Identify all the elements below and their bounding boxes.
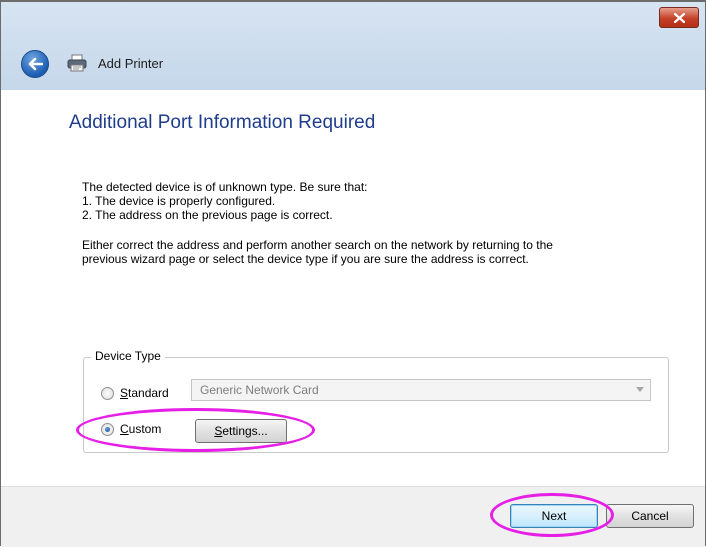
printer-icon: [67, 54, 87, 72]
dropdown-arrow-icon: [636, 387, 644, 392]
standard-radio[interactable]: [101, 386, 114, 400]
settings-button[interactable]: Settings...: [195, 419, 287, 443]
description-line: The detected device is of unknown type. …: [82, 180, 368, 194]
standard-device-combobox: Generic Network Card: [191, 379, 651, 401]
device-type-groupbox: [83, 357, 669, 453]
close-button[interactable]: [659, 7, 699, 28]
description-line: previous wizard page or select the devic…: [82, 252, 529, 266]
combobox-value: Generic Network Card: [200, 383, 319, 397]
page-title: Additional Port Information Required: [69, 112, 376, 133]
wizard-footer: Next Cancel: [1, 486, 705, 547]
back-arrow-icon: [28, 57, 43, 71]
description-line: 1. The device is properly configured.: [82, 194, 276, 208]
standard-radio-option[interactable]: Standard: [101, 386, 169, 400]
add-printer-window: Add Printer Additional Port Information …: [0, 0, 706, 547]
custom-radio-option[interactable]: Custom: [101, 422, 161, 436]
wizard-nav-bar: Add Printer: [1, 32, 705, 90]
wizard-content: Additional Port Information Required The…: [1, 90, 705, 486]
description-line: Either correct the address and perform a…: [82, 238, 553, 252]
custom-radio-label: Custom: [120, 422, 162, 436]
description-line: 2. The address on the previous page is c…: [82, 208, 333, 222]
title-bar: [1, 2, 705, 32]
next-button[interactable]: Next: [510, 504, 598, 528]
device-type-label: Device Type: [91, 349, 165, 363]
back-button[interactable]: [21, 50, 49, 78]
close-icon: [673, 12, 685, 23]
custom-radio[interactable]: [101, 422, 114, 436]
wizard-title: Add Printer: [98, 56, 164, 71]
cancel-button[interactable]: Cancel: [606, 504, 694, 528]
standard-radio-label: Standard: [120, 386, 169, 400]
